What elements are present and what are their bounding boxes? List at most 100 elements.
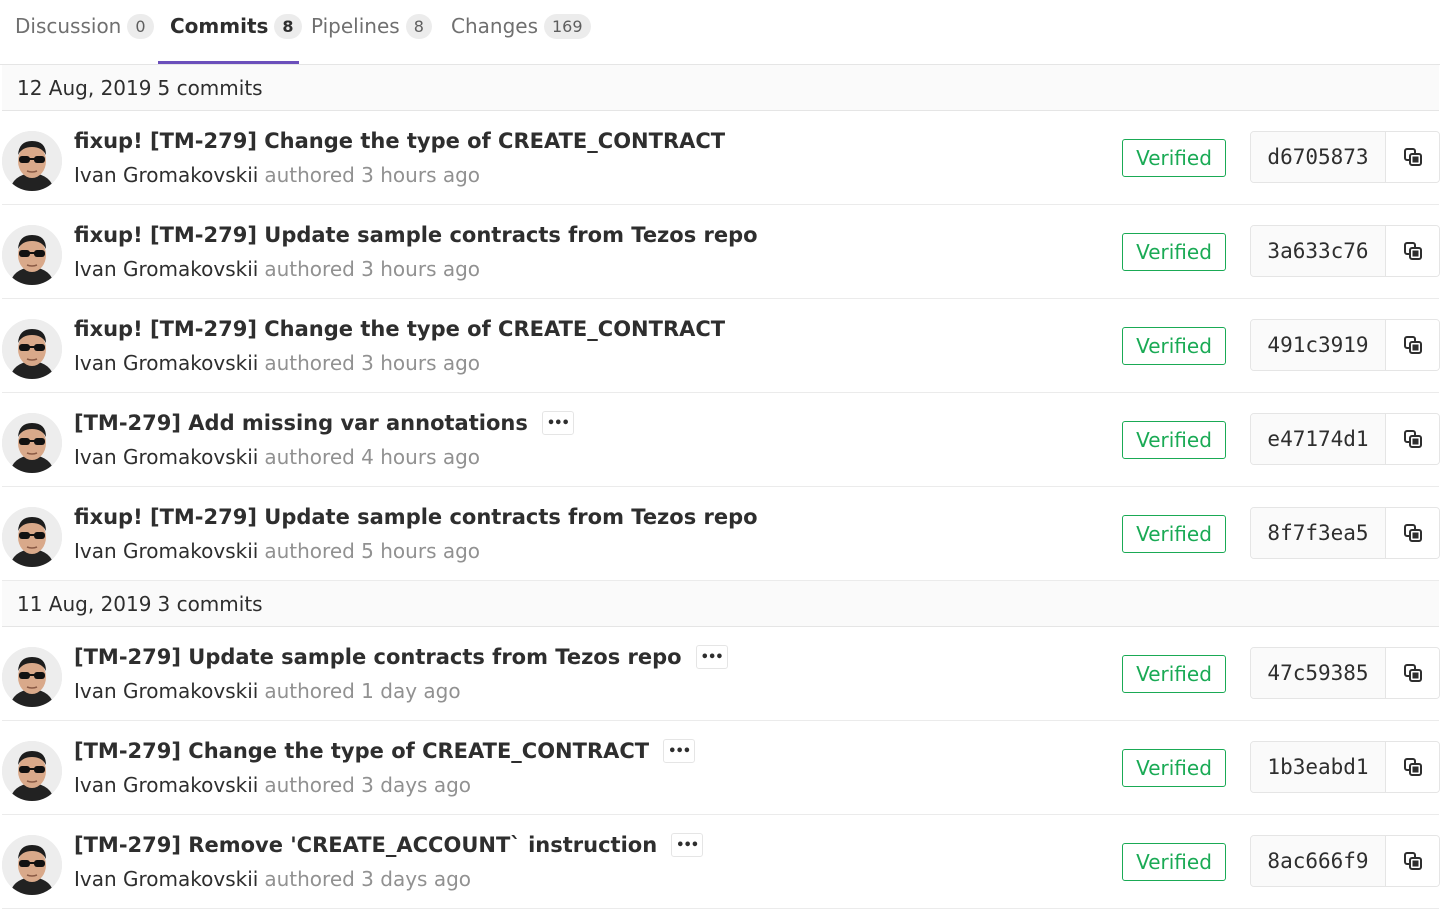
- authored-time: authored 5 hours ago: [264, 539, 481, 563]
- user-avatar[interactable]: [2, 131, 62, 191]
- commit-title-link[interactable]: [TM-279] Remove 'CREATE_ACCOUNT` instruc…: [74, 833, 704, 857]
- commit-sha-group: 8ac666f9: [1250, 835, 1440, 887]
- commit-sha-group: 3a633c76: [1250, 225, 1440, 277]
- tab-discussion[interactable]: Discussion 0: [15, 0, 154, 52]
- commit-meta: Ivan Gromakovskii authored 3 days ago: [74, 773, 471, 797]
- copy-sha-button[interactable]: [1386, 414, 1439, 464]
- commit-meta: Ivan Gromakovskii authored 1 day ago: [74, 679, 461, 703]
- authored-time: authored 3 days ago: [264, 773, 472, 797]
- authored-time: authored 1 day ago: [264, 679, 461, 703]
- commit-row: fixup! [TM-279] Change the type of CREAT…: [2, 111, 1440, 205]
- commit-sha-link[interactable]: e47174d1: [1251, 414, 1386, 464]
- commit-sha-group: d6705873: [1250, 131, 1440, 183]
- copy-sha-button[interactable]: [1386, 648, 1439, 698]
- toggle-description-button[interactable]: •••: [695, 645, 728, 669]
- commit-row: [TM-279] Remove 'CREATE_ACCOUNT` instruc…: [2, 815, 1440, 909]
- copy-icon: [1403, 241, 1423, 261]
- tab-label: Changes: [451, 14, 538, 38]
- user-avatar[interactable]: [2, 741, 62, 801]
- authored-time: authored 3 hours ago: [264, 351, 481, 375]
- commit-title: fixup! [TM-279] Update sample contracts …: [74, 223, 758, 247]
- tab-count-badge: 8: [274, 13, 302, 39]
- commit-day-header: 12 Aug, 2019 5 commits: [2, 65, 1439, 111]
- copy-sha-button[interactable]: [1386, 836, 1439, 886]
- commit-row: [TM-279] Add missing var annotations ••• I…: [2, 393, 1440, 487]
- verified-badge[interactable]: Verified: [1122, 655, 1226, 693]
- copy-icon: [1403, 523, 1423, 543]
- toggle-description-button[interactable]: •••: [663, 739, 696, 763]
- copy-icon: [1403, 663, 1423, 683]
- commit-sha-group: 1b3eabd1: [1250, 741, 1440, 793]
- authored-time: authored 3 days ago: [264, 867, 472, 891]
- commit-sha-link[interactable]: 491c3919: [1251, 320, 1386, 370]
- author-link[interactable]: Ivan Gromakovskii: [74, 539, 258, 563]
- commit-title-link[interactable]: fixup! [TM-279] Change the type of CREAT…: [74, 317, 725, 341]
- author-link[interactable]: Ivan Gromakovskii: [74, 679, 258, 703]
- commit-meta: Ivan Gromakovskii authored 3 hours ago: [74, 163, 480, 187]
- verified-badge[interactable]: Verified: [1122, 421, 1226, 459]
- commit-title-link[interactable]: [TM-279] Add missing var annotations •••: [74, 411, 574, 435]
- commit-meta: Ivan Gromakovskii authored 5 hours ago: [74, 539, 480, 563]
- tab-label: Commits: [170, 14, 269, 38]
- commit-title-link[interactable]: [TM-279] Update sample contracts from Te…: [74, 645, 728, 669]
- author-link[interactable]: Ivan Gromakovskii: [74, 257, 258, 281]
- author-link[interactable]: Ivan Gromakovskii: [74, 773, 258, 797]
- copy-sha-button[interactable]: [1386, 320, 1439, 370]
- commit-title-link[interactable]: fixup! [TM-279] Update sample contracts …: [74, 505, 758, 529]
- commit-date: 12 Aug, 2019: [17, 75, 152, 100]
- copy-icon: [1403, 335, 1423, 355]
- copy-sha-button[interactable]: [1386, 226, 1439, 276]
- commit-sha-link[interactable]: 8ac666f9: [1251, 836, 1386, 886]
- copy-sha-button[interactable]: [1386, 508, 1439, 558]
- commit-title-link[interactable]: fixup! [TM-279] Update sample contracts …: [74, 223, 758, 247]
- verified-badge[interactable]: Verified: [1122, 843, 1226, 881]
- verified-badge[interactable]: Verified: [1122, 327, 1226, 365]
- copy-sha-button[interactable]: [1386, 132, 1439, 182]
- commit-meta: Ivan Gromakovskii authored 3 days ago: [74, 867, 471, 891]
- author-link[interactable]: Ivan Gromakovskii: [74, 445, 258, 469]
- commit-title: [TM-279] Change the type of CREATE_CONTR…: [74, 739, 650, 763]
- commit-title: [TM-279] Update sample contracts from Te…: [74, 645, 682, 669]
- tab-label: Pipelines: [311, 14, 400, 38]
- authored-time: authored 3 hours ago: [264, 257, 481, 281]
- commit-sha-link[interactable]: 8f7f3ea5: [1251, 508, 1386, 558]
- commit-date: 11 Aug, 2019: [17, 591, 152, 616]
- toggle-description-button[interactable]: •••: [541, 411, 574, 435]
- commit-title: fixup! [TM-279] Update sample contracts …: [74, 505, 758, 529]
- user-avatar[interactable]: [2, 225, 62, 285]
- commit-sha-link[interactable]: 47c59385: [1251, 648, 1386, 698]
- verified-badge[interactable]: Verified: [1122, 139, 1226, 177]
- verified-badge[interactable]: Verified: [1122, 515, 1226, 553]
- user-avatar[interactable]: [2, 835, 62, 895]
- verified-badge[interactable]: Verified: [1122, 749, 1226, 787]
- tab-pipelines[interactable]: Pipelines 8: [311, 0, 432, 52]
- authored-time: authored 4 hours ago: [264, 445, 481, 469]
- copy-sha-button[interactable]: [1386, 742, 1439, 792]
- author-link[interactable]: Ivan Gromakovskii: [74, 163, 258, 187]
- commit-title-link[interactable]: [TM-279] Change the type of CREATE_CONTR…: [74, 739, 696, 763]
- commit-row: [TM-279] Change the type of CREATE_CONTR…: [2, 721, 1440, 815]
- user-avatar[interactable]: [2, 319, 62, 379]
- author-link[interactable]: Ivan Gromakovskii: [74, 867, 258, 891]
- user-avatar[interactable]: [2, 413, 62, 473]
- verified-badge[interactable]: Verified: [1122, 233, 1226, 271]
- author-link[interactable]: Ivan Gromakovskii: [74, 351, 258, 375]
- commit-meta: Ivan Gromakovskii authored 3 hours ago: [74, 257, 480, 281]
- commit-meta: Ivan Gromakovskii authored 3 hours ago: [74, 351, 480, 375]
- commit-sha-link[interactable]: d6705873: [1251, 132, 1386, 182]
- commit-sha-link[interactable]: 1b3eabd1: [1251, 742, 1386, 792]
- commit-title: fixup! [TM-279] Change the type of CREAT…: [74, 129, 726, 153]
- copy-icon: [1403, 851, 1423, 871]
- commit-count: 3 commits: [157, 591, 263, 616]
- user-avatar[interactable]: [2, 507, 62, 567]
- user-avatar[interactable]: [2, 647, 62, 707]
- commit-sha-link[interactable]: 3a633c76: [1251, 226, 1386, 276]
- commit-day-header: 11 Aug, 2019 3 commits: [2, 581, 1439, 627]
- tab-label: Discussion: [15, 14, 122, 38]
- commit-title-link[interactable]: fixup! [TM-279] Change the type of CREAT…: [74, 129, 725, 153]
- toggle-description-button[interactable]: •••: [671, 833, 704, 857]
- tab-commits[interactable]: Commits 8: [170, 0, 302, 52]
- commit-sha-group: 8f7f3ea5: [1250, 507, 1440, 559]
- tab-changes[interactable]: Changes 169: [451, 0, 591, 52]
- commit-title: [TM-279] Remove 'CREATE_ACCOUNT` instruc…: [74, 833, 658, 857]
